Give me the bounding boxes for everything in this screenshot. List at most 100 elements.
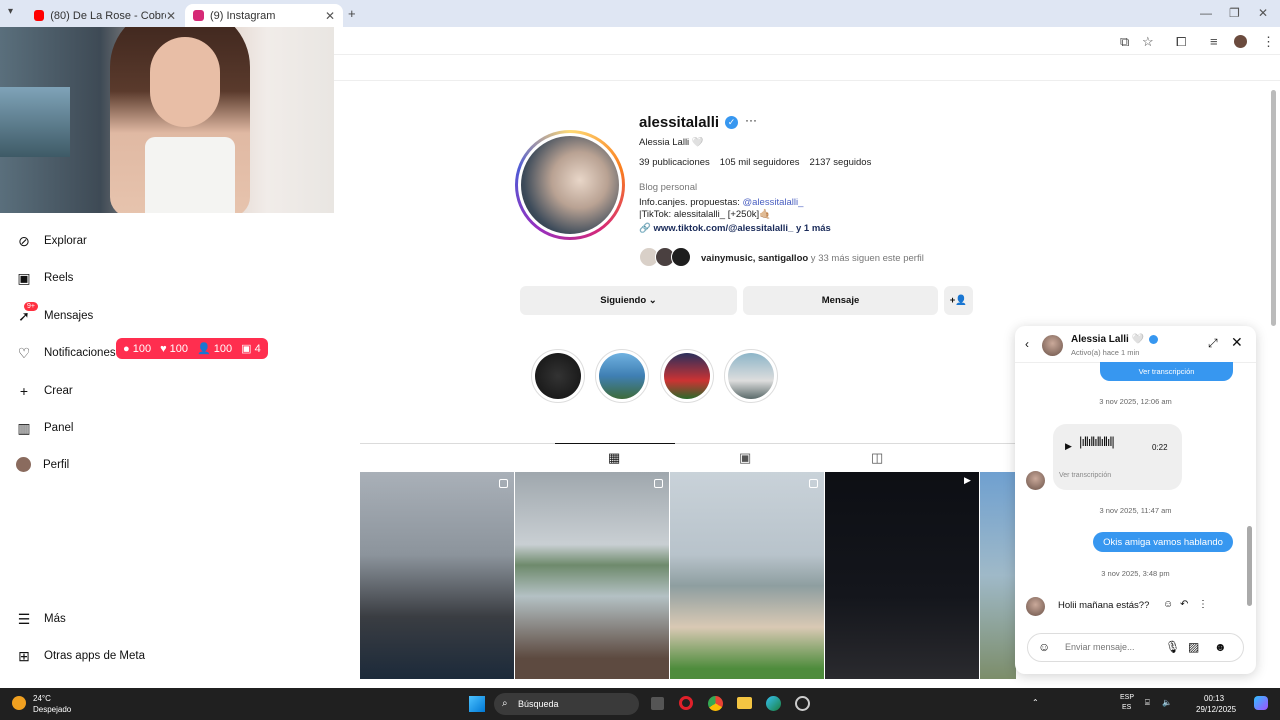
expand-icon[interactable]: ⤢	[1208, 336, 1218, 351]
avatar	[1026, 597, 1045, 616]
sidebar-item-perfil[interactable]: Perfil	[16, 457, 69, 472]
post-tile[interactable]	[980, 472, 1016, 679]
audio-transcript-link[interactable]: Ver transcripción	[1059, 472, 1111, 479]
profile-avatar[interactable]	[1234, 35, 1247, 48]
extensions-icon[interactable]: ⧠	[1176, 34, 1186, 50]
network-icon[interactable]: ⌸	[1145, 698, 1150, 708]
back-icon[interactable]: ‹	[1025, 337, 1029, 351]
posts-count[interactable]: 39 publicaciones	[639, 157, 710, 168]
outgoing-message[interactable]: Okis amiga vamos hablando	[1093, 532, 1233, 552]
post-tile[interactable]	[670, 472, 824, 679]
reading-list-icon[interactable]: ≡	[1210, 34, 1218, 49]
message-button[interactable]: Mensaje	[743, 286, 938, 315]
play-icon[interactable]: ▶	[1065, 441, 1072, 452]
more-icon[interactable]: ⋮	[1198, 599, 1208, 610]
audio-duration: 0:22	[1152, 443, 1168, 452]
minimize-icon[interactable]: —	[1200, 6, 1212, 20]
audio-message[interactable]: ▶ |ıllıllıllıllıl| 0:22 Ver transcripció…	[1053, 424, 1182, 490]
notification-pill[interactable]: ● 100 ♥ 100 👤 100 ▣ 4	[116, 338, 268, 359]
story-highlight[interactable]	[595, 349, 649, 403]
reply-icon[interactable]: ↶	[1180, 599, 1188, 610]
emoji-icon[interactable]: ☺	[1038, 640, 1050, 654]
close-icon[interactable]: ✕	[166, 9, 176, 23]
windows-start-icon[interactable]	[469, 696, 485, 712]
post-tile[interactable]: ▶	[825, 472, 979, 679]
copilot-icon[interactable]	[1254, 696, 1268, 710]
tab-search-icon[interactable]: ▾	[8, 6, 13, 17]
post-tile[interactable]	[360, 472, 514, 679]
dm-scrollbar[interactable]	[1247, 366, 1252, 618]
sidebar-item-crear[interactable]: + Crear	[16, 383, 73, 399]
page-scrollbar[interactable]	[1271, 90, 1276, 326]
bookmark-star-icon[interactable]: ☆	[1142, 34, 1154, 50]
sidebar-item-panel[interactable]: ▥ Panel	[16, 420, 73, 436]
transcript-button[interactable]: Ver transcripción	[1100, 362, 1233, 381]
bio-mention-link[interactable]: @alessitalalli_	[743, 197, 804, 208]
windows-taskbar: 24°C Despejado ⌕ Búsqueda ⌃ ESP ES ⌸ 🔈 0…	[0, 688, 1280, 720]
sticker-icon[interactable]: ☻	[1214, 640, 1227, 654]
following-button[interactable]: Siguiendo ⌄	[520, 286, 737, 315]
chrome-icon[interactable]	[708, 696, 723, 711]
profile-link[interactable]: 🔗 www.tiktok.com/@alessitalalli_ y 1 más	[639, 223, 831, 234]
language-code[interactable]: ESP	[1120, 694, 1134, 701]
task-view-icon[interactable]	[651, 697, 664, 710]
chevron-up-icon[interactable]: ⌃	[1032, 698, 1039, 707]
tab-instagram[interactable]: (9) Instagram ✕	[185, 4, 343, 27]
following-count[interactable]: 2137 seguidos	[810, 157, 872, 168]
followers-count[interactable]: 105 mil seguidores	[720, 157, 800, 168]
language-layout[interactable]: ES	[1122, 704, 1131, 711]
tagged-tab-icon[interactable]: ◫	[871, 450, 883, 466]
edge-icon[interactable]	[766, 696, 781, 711]
clock-date[interactable]: 29/12/2025	[1196, 705, 1236, 714]
weather-temp[interactable]: 24°C	[33, 694, 51, 703]
avatar	[1042, 335, 1063, 356]
carousel-icon	[654, 479, 663, 488]
volume-icon[interactable]: 🔈	[1162, 698, 1172, 707]
story-highlight[interactable]	[724, 349, 778, 403]
close-icon[interactable]: ✕	[325, 9, 335, 23]
sidebar-item-mas[interactable]: ☰ Más	[16, 611, 66, 627]
sidebar-item-label: Reels	[44, 272, 74, 284]
post-tile[interactable]	[515, 472, 669, 679]
more-options-icon[interactable]: ···	[745, 113, 757, 127]
message-input-box[interactable]: ☺ Enviar mensaje... 🎙 ▨ ☻	[1027, 633, 1244, 662]
browser-tab-bar: (80) De La Rose - Cobro (Offici ✕ (9) In…	[0, 0, 1280, 27]
suggest-user-button[interactable]: +👤	[944, 286, 973, 315]
grid-tab-icon[interactable]: ▦	[608, 450, 620, 466]
image-icon[interactable]: ▨	[1188, 640, 1199, 654]
menu-icon: ☰	[17, 610, 31, 627]
window-close-icon[interactable]: ✕	[1258, 6, 1268, 20]
sidebar-item-explorar[interactable]: ⊘ Explorar	[16, 233, 87, 249]
waveform: |ıllıllıllıllıl|	[1079, 434, 1115, 449]
restore-icon[interactable]: ❐	[1229, 6, 1240, 20]
followed-by-text[interactable]: vainymusic, santigalloo y 33 más siguen …	[701, 253, 924, 264]
reels-tab-icon[interactable]: ▣	[739, 450, 751, 466]
weather-condition[interactable]: Despejado	[33, 705, 71, 714]
opera-icon[interactable]	[679, 696, 693, 710]
message-input[interactable]: Enviar mensaje...	[1065, 642, 1135, 652]
link-icon: 🔗	[639, 223, 651, 234]
microphone-icon[interactable]: 🎙	[1165, 640, 1180, 654]
story-highlight[interactable]	[660, 349, 714, 403]
sidebar-item-notificaciones[interactable]: ♡ Notificaciones	[16, 345, 116, 361]
new-tab-icon[interactable]: +	[348, 6, 356, 21]
sidebar-item-meta-apps[interactable]: ⊞ Otras apps de Meta	[16, 648, 145, 664]
page-top-bar	[334, 55, 1280, 81]
profile-picture[interactable]	[515, 130, 625, 240]
react-icon[interactable]: ☺	[1163, 599, 1173, 610]
more-menu-icon[interactable]: ⋮	[1262, 34, 1275, 50]
incoming-message[interactable]: Holii mañana estás??	[1050, 595, 1158, 615]
tab-youtube[interactable]: (80) De La Rose - Cobro (Offici ✕	[26, 4, 184, 27]
story-highlight[interactable]	[531, 349, 585, 403]
dm-contact-name[interactable]: Alessia Lalli 🤍	[1071, 334, 1144, 345]
sidebar-item-mensajes[interactable]: ➚ 9+ Mensajes	[16, 302, 93, 324]
taskbar-search[interactable]: ⌕ Búsqueda	[494, 693, 639, 715]
clock-time[interactable]: 00:13	[1204, 694, 1224, 703]
dm-popup: ‹ Alessia Lalli 🤍 Activo(a) hace 1 min ⤢…	[1015, 326, 1256, 674]
verified-icon	[1149, 335, 1158, 344]
sidebar-item-reels[interactable]: ▣ Reels	[16, 270, 73, 286]
install-icon[interactable]: ⧉	[1120, 34, 1129, 50]
app-icon[interactable]	[795, 696, 810, 711]
close-icon[interactable]: ✕	[1231, 334, 1243, 351]
file-explorer-icon[interactable]	[737, 697, 752, 709]
